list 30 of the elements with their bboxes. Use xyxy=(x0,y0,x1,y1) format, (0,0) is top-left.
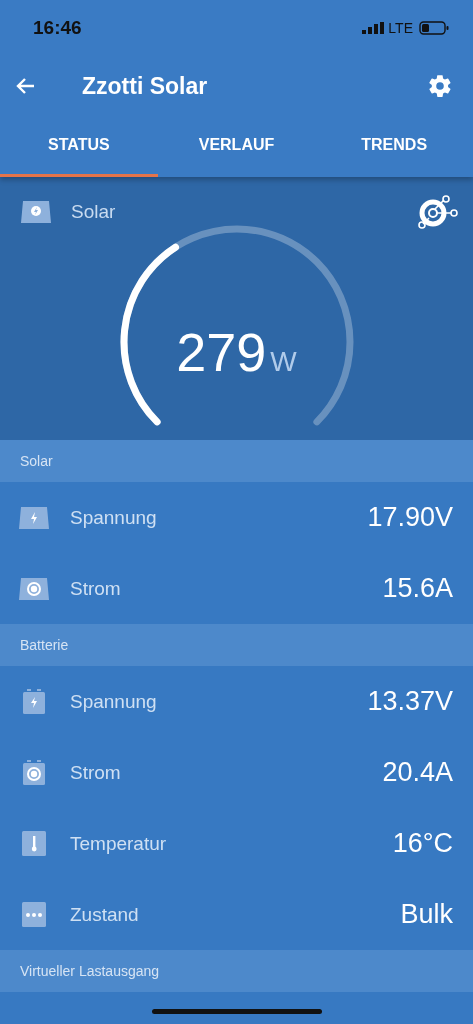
row-label: Strom xyxy=(70,761,122,784)
power-value: 279 xyxy=(176,321,267,383)
tab[interactable]: VERLAUF xyxy=(157,116,316,177)
power-unit: W xyxy=(270,346,297,378)
row-value: 13.37V xyxy=(367,686,453,717)
section-header: Virtueller Lastausgang xyxy=(0,950,473,992)
row-value: 20.4A xyxy=(382,757,453,788)
solar-panel-icon xyxy=(18,576,50,601)
section-header: Solar xyxy=(0,440,473,482)
row-label: Spannung xyxy=(70,690,158,713)
row-value: Bulk xyxy=(400,899,453,930)
battery-icon xyxy=(419,21,449,35)
row-label: Strom xyxy=(70,577,122,600)
solar-panel-icon xyxy=(18,505,50,530)
signal-icon xyxy=(362,22,385,34)
row-value: 16°C xyxy=(392,828,453,859)
status-time: 16:46 xyxy=(33,17,82,39)
network-label: LTE xyxy=(388,20,413,36)
row-label: Spannung xyxy=(70,506,158,529)
solar-panel-icon xyxy=(20,200,52,224)
row-label: Temperatur xyxy=(70,832,168,855)
network-node-icon[interactable] xyxy=(417,195,459,229)
app-title: Zzotti Solar xyxy=(82,72,209,100)
gear-icon[interactable] xyxy=(427,73,453,99)
row-value: 15.6A xyxy=(382,573,453,604)
tab[interactable]: TRENDS xyxy=(315,116,473,177)
section-header: Batterie xyxy=(0,624,473,666)
gauge-label: Solar xyxy=(71,201,116,223)
row-label: Zustand xyxy=(70,903,140,926)
row-value: 17.90V xyxy=(367,502,453,533)
